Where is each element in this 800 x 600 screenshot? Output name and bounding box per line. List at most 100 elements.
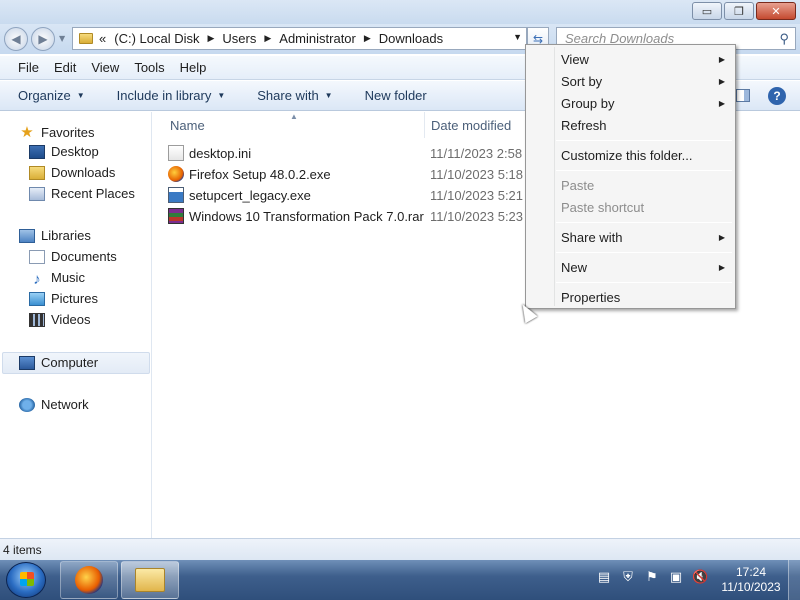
nav-computer[interactable]: Computer xyxy=(19,355,98,370)
ctx-new[interactable]: New ▶ xyxy=(561,257,731,277)
ctx-group-by[interactable]: Group by ▶ xyxy=(561,93,731,113)
organize-button[interactable]: Organize ▼ xyxy=(18,88,85,103)
show-desktop-button[interactable] xyxy=(788,560,800,600)
breadcrumb-separator-icon[interactable]: ▶ xyxy=(207,33,214,44)
new-folder-button[interactable]: New folder xyxy=(365,88,427,103)
breadcrumb-separator-icon[interactable]: ▶ xyxy=(264,33,271,44)
include-in-library-label: Include in library xyxy=(116,88,212,103)
forward-arrow-icon: ▶ xyxy=(38,32,48,46)
navigation-pane: ★ Favorites Desktop Downloads Recent Plac… xyxy=(0,112,152,538)
nav-desktop[interactable]: Desktop xyxy=(29,144,99,159)
ctx-new-label: New xyxy=(561,259,588,275)
ctx-refresh-label: Refresh xyxy=(561,117,607,133)
new-folder-label: New folder xyxy=(364,88,427,103)
nav-recent-places[interactable]: Recent Places xyxy=(29,186,135,201)
menu-view[interactable]: View xyxy=(91,60,119,75)
submenu-arrow-icon: ▶ xyxy=(718,98,725,108)
search-icon[interactable]: ⚲ xyxy=(779,31,789,47)
music-note-icon: ♪ xyxy=(33,270,41,288)
nav-recent-places-label: Recent Places xyxy=(51,186,135,201)
system-tray: ▤ ⛨ ⚑ ▣ 🔇 xyxy=(596,570,708,585)
ctx-group-by-label: Group by xyxy=(561,95,615,111)
network-icon xyxy=(19,397,35,412)
menu-tools[interactable]: Tools xyxy=(134,60,164,75)
recent-pages-dropdown[interactable]: ▼ xyxy=(59,34,65,43)
ctx-share-with-label: Share with xyxy=(561,229,623,245)
column-name-label: Name xyxy=(170,117,205,133)
nav-desktop-label: Desktop xyxy=(51,144,99,159)
submenu-arrow-icon: ▶ xyxy=(718,262,725,272)
change-view-icon[interactable] xyxy=(736,89,750,102)
breadcrumb-users[interactable]: Users xyxy=(222,31,256,46)
taskbar-explorer[interactable] xyxy=(121,561,179,599)
maximize-button[interactable]: ❐ xyxy=(724,2,754,20)
ctx-customize-folder[interactable]: Customize this folder... xyxy=(561,145,731,165)
ctx-view[interactable]: View ▶ xyxy=(561,49,731,69)
documents-icon xyxy=(29,249,45,264)
minimize-button[interactable]: ▭ xyxy=(692,2,722,20)
ctx-paste: Paste xyxy=(561,175,731,195)
breadcrumb-overflow[interactable]: « xyxy=(99,31,106,46)
column-header-name[interactable]: Name xyxy=(170,112,205,138)
breadcrumb-administrator[interactable]: Administrator xyxy=(279,31,356,46)
column-divider[interactable] xyxy=(424,112,425,138)
security-shield-icon[interactable]: ⛨ xyxy=(620,570,636,585)
forward-button[interactable]: ▶ xyxy=(31,27,55,51)
chevron-down-icon: ▼ xyxy=(324,91,333,100)
nav-music[interactable]: ♪ Music xyxy=(29,270,85,288)
file-name: desktop.ini xyxy=(189,145,252,161)
action-center-flag-icon[interactable]: ⚑ xyxy=(644,570,660,585)
nav-pictures-label: Pictures xyxy=(51,291,98,306)
ctx-share-with[interactable]: Share with ▶ xyxy=(561,227,731,247)
nav-libraries-label: Libraries xyxy=(41,228,91,243)
nav-documents-label: Documents xyxy=(51,249,117,264)
volume-muted-icon[interactable]: 🔇 xyxy=(692,570,708,585)
address-bar[interactable]: « (C:) Local Disk ▶ Users ▶ Administrato… xyxy=(72,27,527,50)
breadcrumb-separator-icon[interactable]: ▶ xyxy=(364,33,371,44)
nav-downloads[interactable]: Downloads xyxy=(29,165,115,180)
nav-libraries[interactable]: Libraries xyxy=(19,228,91,243)
menu-separator xyxy=(556,252,732,253)
nav-downloads-label: Downloads xyxy=(51,165,116,180)
nav-network[interactable]: Network xyxy=(19,397,89,412)
chevron-down-icon: ▼ xyxy=(76,91,85,100)
start-button[interactable] xyxy=(6,562,46,598)
submenu-arrow-icon: ▶ xyxy=(718,54,725,64)
ctx-sort-by-label: Sort by xyxy=(561,73,603,89)
ctx-customize-label: Customize this folder... xyxy=(561,147,693,163)
include-in-library-button[interactable]: Include in library ▼ xyxy=(117,88,226,103)
ctx-refresh[interactable]: Refresh xyxy=(561,115,731,135)
ini-file-icon xyxy=(168,145,184,161)
network-status-icon[interactable]: ▣ xyxy=(668,570,684,585)
chevron-down-icon: ▼ xyxy=(217,91,226,100)
menu-help[interactable]: Help xyxy=(180,60,207,75)
help-icon[interactable]: ? xyxy=(768,87,786,105)
nav-favorites[interactable]: ★ Favorites xyxy=(19,123,94,141)
nav-videos[interactable]: Videos xyxy=(29,312,91,327)
taskbar-firefox[interactable] xyxy=(60,561,118,599)
close-button[interactable]: ✕ xyxy=(756,2,796,20)
ctx-paste-label: Paste xyxy=(561,177,595,193)
ctx-sort-by[interactable]: Sort by ▶ xyxy=(561,71,731,91)
ctx-properties[interactable]: Properties xyxy=(561,287,731,307)
menu-file[interactable]: File xyxy=(18,60,39,75)
nav-network-label: Network xyxy=(41,397,89,412)
back-button[interactable]: ◀ xyxy=(4,27,28,51)
desktop-icon xyxy=(29,144,45,159)
menu-separator xyxy=(556,282,732,283)
clipboard-icon[interactable]: ▤ xyxy=(596,570,612,585)
nav-pictures[interactable]: Pictures xyxy=(29,291,98,306)
column-header-date-modified[interactable]: Date modified xyxy=(431,112,511,138)
videos-icon xyxy=(29,312,45,327)
file-date: 11/11/2023 2:58 A xyxy=(430,145,534,161)
nav-documents[interactable]: Documents xyxy=(29,249,117,264)
clock[interactable]: 17:24 11/10/2023 xyxy=(718,565,784,595)
breadcrumb-local-disk[interactable]: (C:) Local Disk xyxy=(114,31,199,46)
menu-edit[interactable]: Edit xyxy=(54,60,76,75)
share-with-button[interactable]: Share with ▼ xyxy=(257,88,332,103)
submenu-arrow-icon: ▶ xyxy=(718,76,725,86)
nav-videos-label: Videos xyxy=(51,312,91,327)
breadcrumb-downloads[interactable]: Downloads xyxy=(379,31,443,46)
address-dropdown-icon[interactable]: ▼ xyxy=(513,32,522,42)
computer-icon xyxy=(19,355,35,370)
